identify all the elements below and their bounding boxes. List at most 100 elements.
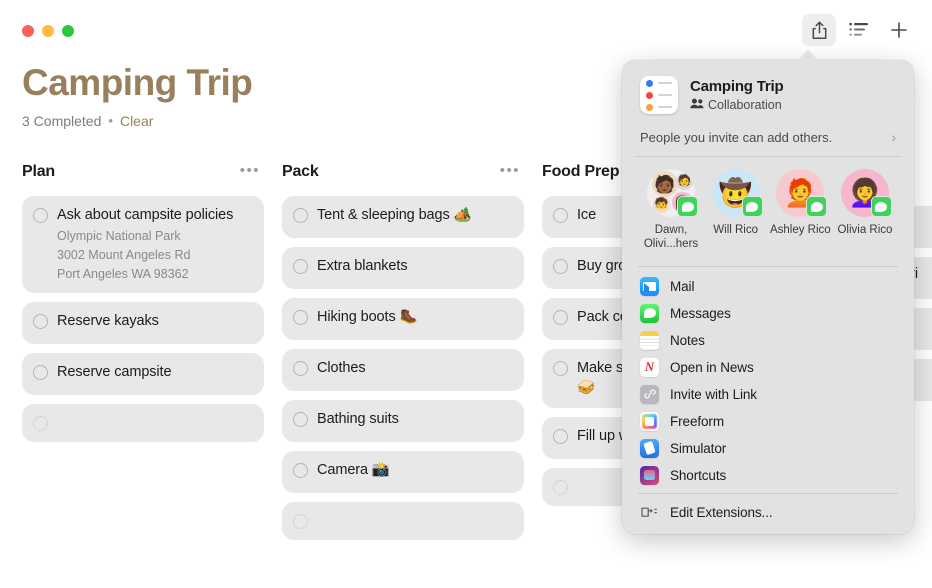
link-icon — [640, 384, 659, 404]
avatar-wrap: 🧑‍🦰 — [776, 169, 828, 217]
complete-circle-icon[interactable] — [293, 361, 308, 376]
new-item-circle-icon[interactable] — [293, 514, 308, 529]
reminder-body: Reserve kayaks — [57, 312, 252, 332]
menu-item-label: Mail — [670, 278, 695, 294]
chevron-right-icon: › — [891, 129, 896, 145]
menu-item-open-in-news[interactable]: N Open in News — [622, 354, 914, 381]
reminder-card[interactable]: Reserve kayaks — [22, 302, 264, 345]
popover-header-text: Camping Trip Collaboration — [690, 78, 784, 112]
complete-circle-icon[interactable] — [293, 412, 308, 427]
reminder-card[interactable]: Camera 📸 — [282, 451, 524, 493]
reminders-window: Camping Trip 3 Completed • Clear tri Pla… — [0, 0, 932, 588]
column-title: Pack — [282, 163, 319, 180]
reminder-title: Ask about campsite policies — [57, 207, 234, 223]
minimize-button-icon[interactable] — [42, 25, 54, 37]
person-chip[interactable]: 🤠 Will Rico — [705, 169, 767, 252]
reminder-body: Reserve campsite — [57, 363, 252, 383]
reminder-title: Extra blankets — [317, 258, 408, 274]
menu-item-mail[interactable]: Mail — [622, 273, 914, 300]
person-chip[interactable]: 🧑‍🦰 Ashley Rico — [769, 169, 831, 252]
messages-badge-icon — [741, 196, 763, 217]
window-titlebar — [0, 0, 932, 56]
shortcuts-icon — [640, 465, 659, 485]
new-reminder-card[interactable] — [282, 502, 524, 540]
extensions-icon — [640, 503, 659, 522]
complete-circle-icon[interactable] — [293, 463, 308, 478]
completed-count: 3 Completed — [22, 112, 102, 129]
reminder-title: Bathing suits — [317, 411, 399, 427]
traffic-lights — [22, 25, 74, 37]
menu-item-edit-extensions[interactable]: Edit Extensions... — [622, 499, 914, 526]
new-reminder-card[interactable] — [22, 404, 264, 443]
view-options-button[interactable] — [842, 14, 876, 46]
reminder-card[interactable]: Ask about campsite policies Olympic Nati… — [22, 196, 264, 294]
menu-item-freeform[interactable]: Freeform — [622, 408, 914, 435]
complete-circle-icon[interactable] — [33, 314, 48, 330]
reminder-title: Reserve kayaks — [57, 313, 159, 330]
messages-icon — [640, 303, 659, 323]
complete-circle-icon[interactable] — [553, 429, 568, 445]
reminder-title: Reserve campsite — [57, 364, 172, 381]
news-icon: N — [640, 357, 659, 377]
complete-circle-icon[interactable] — [553, 361, 568, 376]
complete-circle-icon[interactable] — [553, 310, 568, 325]
page-subheader: 3 Completed • Clear — [22, 113, 252, 129]
complete-circle-icon[interactable] — [293, 208, 308, 223]
popover-collaboration-row: Collaboration — [690, 98, 783, 112]
close-button-icon[interactable] — [22, 25, 34, 37]
complete-circle-icon[interactable] — [553, 208, 568, 223]
person-chip[interactable]: 👩‍🦱 Olivia Rico — [834, 169, 896, 252]
menu-item-label: Notes — [670, 332, 705, 348]
reminder-note: Port Angeles WA 98362 — [57, 267, 189, 282]
permission-row[interactable]: People you invite can add others. › — [636, 124, 900, 157]
zoom-button-icon[interactable] — [62, 25, 74, 37]
menu-item-simulator[interactable]: Simulator — [622, 435, 914, 462]
menu-item-invite-with-link[interactable]: Invite with Link — [622, 381, 914, 408]
complete-circle-icon[interactable] — [293, 310, 308, 325]
column-pack: Pack ••• Tent & sleeping bags 🏕️ Extra b… — [282, 158, 542, 588]
complete-circle-icon[interactable] — [293, 259, 308, 274]
person-chip[interactable]: 🧑🏾 🧑 🧒 👩 Dawn, Olivi...hers — [640, 169, 702, 252]
simulator-icon — [640, 438, 659, 458]
subheader-separator: • — [108, 113, 113, 129]
menu-item-label: Messages — [670, 305, 731, 321]
menu-item-label: Shortcuts — [670, 467, 727, 483]
page-title: Camping Trip — [22, 62, 253, 103]
reminder-card[interactable]: Tent & sleeping bags 🏕️ — [282, 196, 524, 238]
messages-badge-icon — [677, 196, 698, 217]
notes-icon — [640, 330, 659, 350]
clear-completed-link[interactable]: Clear — [120, 113, 153, 129]
menu-item-shortcuts[interactable]: Shortcuts — [622, 462, 914, 489]
menu-item-label: Open in News — [670, 359, 754, 375]
reminder-card[interactable]: Bathing suits — [282, 400, 524, 442]
reminder-title: Hiking boots 🥾 — [317, 309, 418, 325]
share-button[interactable] — [802, 14, 836, 46]
people-row: 🧑🏾 🧑 🧒 👩 Dawn, Olivi...hers 🤠 Will Rico — [622, 157, 914, 262]
avatar-wrap: 👩‍🦱 — [840, 169, 892, 217]
menu-item-notes[interactable]: Notes — [622, 327, 914, 354]
reminder-note: 3002 Mount Angeles Rd — [57, 247, 191, 262]
complete-circle-icon[interactable] — [33, 208, 48, 223]
complete-circle-icon[interactable] — [33, 365, 48, 381]
reminder-title: Clothes — [317, 360, 366, 376]
list-view-icon — [849, 22, 869, 38]
share-menu: Mail Messages Notes N Open in News Invit… — [622, 273, 914, 489]
popover-tail — [797, 50, 819, 61]
reminder-card[interactable]: Reserve campsite — [22, 353, 264, 396]
column-more-button[interactable]: ••• — [500, 163, 520, 182]
new-item-circle-icon[interactable] — [33, 416, 48, 432]
reminder-card[interactable]: Clothes — [282, 349, 524, 391]
reminder-title: Ice — [577, 207, 597, 223]
avatar-wrap: 🤠 — [711, 169, 763, 217]
column-more-button[interactable]: ••• — [240, 163, 260, 182]
menu-item-messages[interactable]: Messages — [622, 300, 914, 327]
complete-circle-icon[interactable] — [553, 259, 568, 274]
new-item-circle-icon[interactable] — [553, 480, 568, 496]
menu-item-label: Freeform — [670, 413, 724, 429]
reminder-card[interactable]: Hiking boots 🥾 — [282, 298, 524, 340]
reminder-card[interactable]: Extra blankets — [282, 247, 524, 289]
person-name: Olivia Rico — [837, 224, 893, 236]
add-reminder-button[interactable] — [882, 14, 916, 46]
reminder-title: Camera 📸 — [317, 462, 390, 478]
mail-icon — [640, 276, 659, 296]
